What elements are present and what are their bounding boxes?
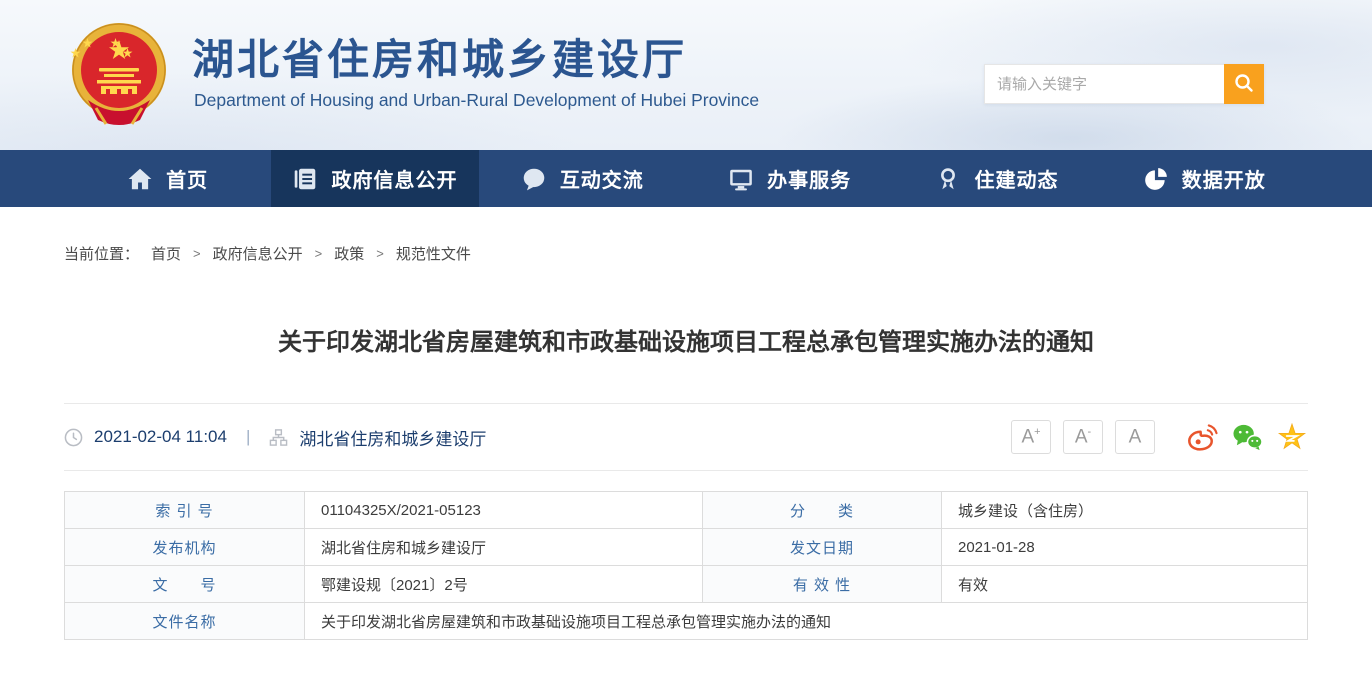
doc-field-value: 城乡建设（含住房） <box>942 492 1308 529</box>
search-button[interactable] <box>1224 64 1264 104</box>
meta-separator: | <box>246 427 250 447</box>
breadcrumb-item-home[interactable]: 首页 <box>151 243 181 264</box>
chat-bubble-icon <box>521 166 547 192</box>
font-increase-button[interactable]: A+ <box>1011 420 1051 454</box>
nav-item-services[interactable]: 办事服务 <box>686 150 893 207</box>
breadcrumb-item-policy[interactable]: 政策 <box>334 243 364 264</box>
doc-field-value: 鄂建设规〔2021〕2号 <box>305 566 703 603</box>
breadcrumb: 当前位置： 首页 > 政府信息公开 > 政策 > 规范性文件 <box>64 243 1308 264</box>
nav-item-home[interactable]: 首页 <box>64 150 271 207</box>
breadcrumb-separator: > <box>376 246 384 261</box>
nav-item-gov-info[interactable]: 政府信息公开 <box>271 150 478 207</box>
doc-field-label: 发文日期 <box>703 529 942 566</box>
doc-field-value: 有效 <box>942 566 1308 603</box>
breadcrumb-item-normative-docs[interactable]: 规范性文件 <box>396 243 471 264</box>
org-sitemap-icon <box>269 428 288 447</box>
document-icon <box>292 166 318 192</box>
national-emblem-logo <box>66 20 172 130</box>
table-row: 发布机构 湖北省住房和城乡建设厅 发文日期 2021-01-28 <box>65 529 1308 566</box>
nav-item-news[interactable]: 住建动态 <box>893 150 1100 207</box>
doc-field-label: 文件名称 <box>65 603 305 640</box>
doc-field-label: 索 引 号 <box>65 492 305 529</box>
qzone-icon[interactable] <box>1277 423 1308 452</box>
wechat-icon[interactable] <box>1232 423 1263 452</box>
site-subtitle: Department of Housing and Urban-Rural De… <box>194 90 759 111</box>
medal-icon <box>935 166 961 192</box>
weibo-icon[interactable] <box>1187 423 1218 452</box>
site-title: 湖北省住房和城乡建设厅 <box>192 26 687 87</box>
doc-field-label: 有 效 性 <box>703 566 942 603</box>
doc-field-value: 湖北省住房和城乡建设厅 <box>305 529 703 566</box>
search-icon <box>1233 72 1255 97</box>
doc-field-label: 分 类 <box>703 492 942 529</box>
nav-item-interaction[interactable]: 互动交流 <box>479 150 686 207</box>
doc-field-label: 文 号 <box>65 566 305 603</box>
font-decrease-button[interactable]: A- <box>1063 420 1103 454</box>
breadcrumb-separator: > <box>315 246 323 261</box>
breadcrumb-label: 当前位置： <box>64 243 139 264</box>
home-icon <box>127 166 153 192</box>
doc-field-label: 发布机构 <box>65 529 305 566</box>
main-nav: 首页 政府信息公开 互动交流 <box>0 150 1372 207</box>
search-box <box>984 64 1264 104</box>
article-title: 关于印发湖北省房屋建筑和市政基础设施项目工程总承包管理实施办法的通知 <box>64 322 1308 357</box>
search-input[interactable] <box>984 64 1224 104</box>
table-row: 索 引 号 01104325X/2021-05123 分 类 城乡建设（含住房） <box>65 492 1308 529</box>
pie-chart-icon <box>1143 166 1169 192</box>
nav-item-open-data[interactable]: 数据开放 <box>1101 150 1308 207</box>
article-source: 湖北省住房和城乡建设厅 <box>299 425 486 450</box>
doc-field-value: 2021-01-28 <box>942 529 1308 566</box>
font-reset-button[interactable]: A <box>1115 420 1155 454</box>
clock-icon <box>64 428 83 447</box>
publish-time: 2021-02-04 11:04 <box>94 427 227 447</box>
doc-field-value: 01104325X/2021-05123 <box>305 492 703 529</box>
doc-info-table: 索 引 号 01104325X/2021-05123 分 类 城乡建设（含住房）… <box>64 491 1308 640</box>
breadcrumb-separator: > <box>193 246 201 261</box>
share-group <box>1187 423 1308 452</box>
site-header: 湖北省住房和城乡建设厅 Department of Housing and Ur… <box>0 0 1372 150</box>
table-row: 文件名称 关于印发湖北省房屋建筑和市政基础设施项目工程总承包管理实施办法的通知 <box>65 603 1308 640</box>
doc-field-value: 关于印发湖北省房屋建筑和市政基础设施项目工程总承包管理实施办法的通知 <box>305 603 1308 640</box>
breadcrumb-item-gov-info[interactable]: 政府信息公开 <box>213 243 303 264</box>
article-meta-bar: 2021-02-04 11:04 | 湖北省住房和城乡建设厅 A+ A- A <box>64 403 1308 471</box>
monitor-icon <box>728 166 754 192</box>
table-row: 文 号 鄂建设规〔2021〕2号 有 效 性 有效 <box>65 566 1308 603</box>
